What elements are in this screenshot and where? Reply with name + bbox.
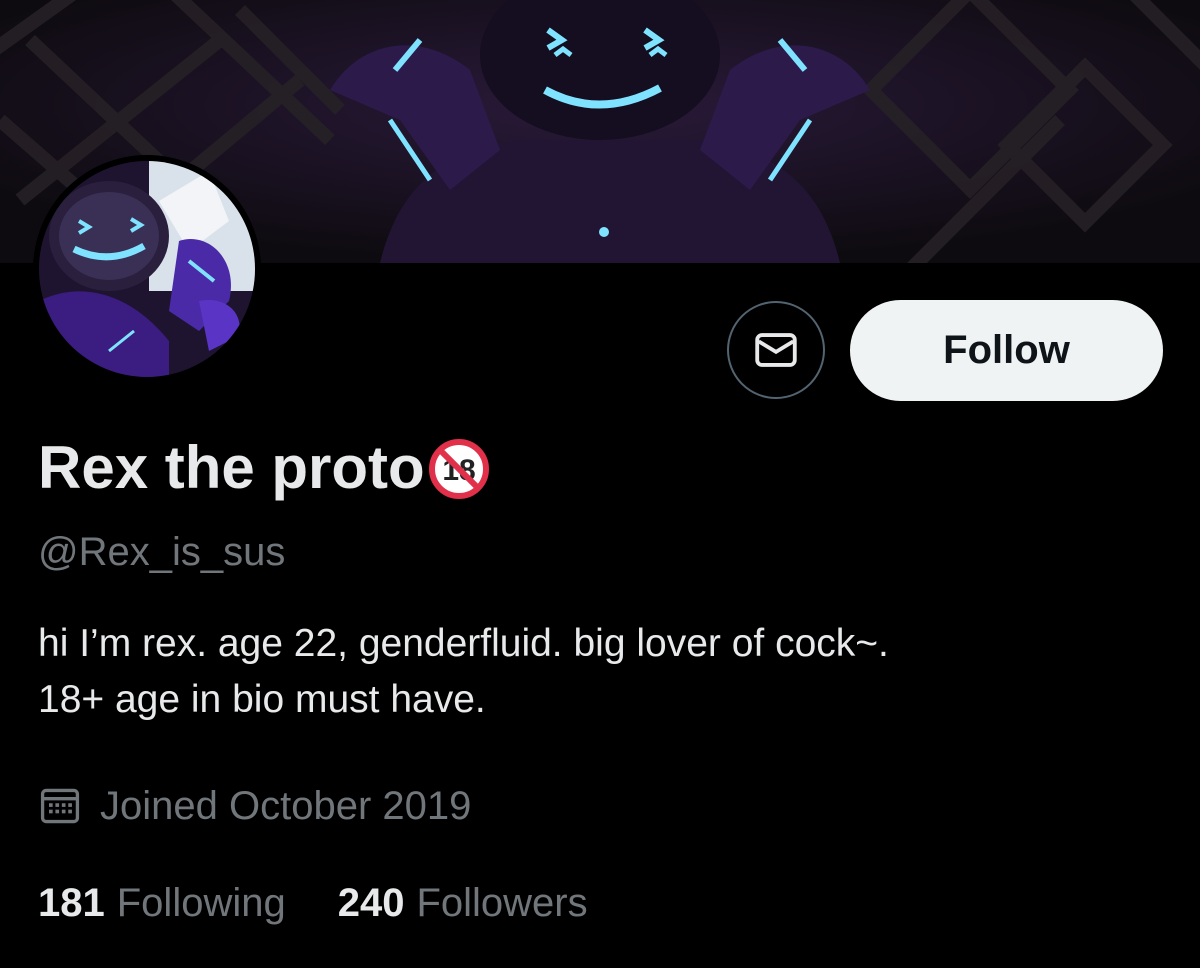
- no-under-18-icon: 18: [428, 439, 489, 499]
- avatar-image: [39, 161, 255, 377]
- following-count: 181: [38, 881, 105, 925]
- followers-label: Followers: [416, 881, 588, 925]
- follow-button-label: Follow: [943, 328, 1070, 372]
- join-date-text: Joined October 2019: [100, 784, 472, 828]
- avatar[interactable]: [33, 155, 261, 383]
- join-date: Joined October 2019: [38, 780, 471, 832]
- profile-handle: @Rex_is_sus: [38, 530, 286, 574]
- following-label: Following: [116, 881, 286, 925]
- followers-link[interactable]: 240 Followers: [338, 877, 588, 929]
- calendar-icon: [40, 788, 80, 824]
- envelope-icon: [755, 333, 797, 367]
- followers-count: 240: [337, 881, 405, 925]
- bio-line: 18+ age in bio must have.: [38, 678, 486, 721]
- message-button[interactable]: [727, 301, 825, 399]
- display-name-text: Rex the proto: [38, 434, 425, 501]
- follow-button[interactable]: Follow: [850, 300, 1163, 401]
- bio-line: hi I’m rex. age 22, genderfluid. big lov…: [38, 622, 889, 665]
- display-name: Rex the proto 18: [38, 428, 491, 508]
- profile-stats: 181 Following 240 Followers: [38, 877, 640, 929]
- following-link[interactable]: 181 Following: [38, 877, 286, 929]
- profile-bio: hi I’m rex. age 22, genderfluid. big lov…: [38, 616, 1158, 728]
